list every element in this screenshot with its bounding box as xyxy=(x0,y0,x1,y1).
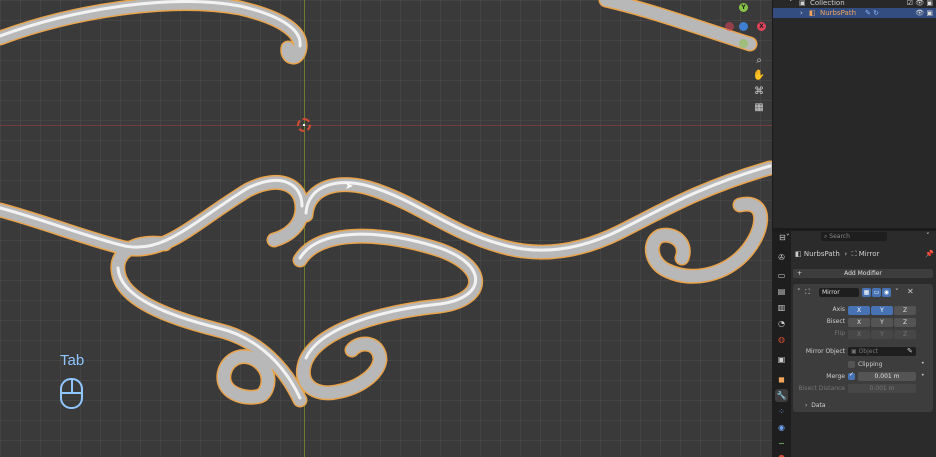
properties-editor[interactable]: ⊟˅ ⌕ Search ˅ ◧ NurbsPath › ⛶ Mirror 📌 +… xyxy=(779,231,936,457)
view-layer-tab-icon[interactable]: ▥ xyxy=(775,301,788,314)
object-icon: ▣ xyxy=(851,348,859,355)
output-tab-icon[interactable]: ▤ xyxy=(775,285,788,298)
collection-visibility-icons[interactable]: ☑ 👁 ▣ xyxy=(907,0,933,8)
modifier-name-field[interactable]: Mirror xyxy=(819,288,859,297)
breadcrumb: ◧ NurbsPath › ⛶ Mirror xyxy=(795,250,879,259)
flip-z-toggle[interactable]: Z xyxy=(894,330,916,339)
mouse-icon xyxy=(60,378,83,409)
mirror-modifier-icon: ⛶ xyxy=(805,288,810,296)
data-subpanel-label: Data xyxy=(811,402,826,409)
grid-toggle-icon[interactable]: ▦ xyxy=(751,100,767,116)
axis-z-toggle[interactable]: Z xyxy=(894,306,916,315)
modifier-dropdown-icon[interactable]: ˅ xyxy=(895,288,899,296)
add-modifier-label: Add Modifier xyxy=(844,270,882,277)
physics-tab-icon[interactable]: ◉ xyxy=(775,421,788,434)
gizmo-neg-y-axis[interactable] xyxy=(739,39,748,48)
particles-tab-icon[interactable]: ⁘ xyxy=(775,405,788,418)
render-tab-icon[interactable]: ▭ xyxy=(775,269,788,282)
render-toggle-icon[interactable]: ◉ xyxy=(882,288,891,297)
add-modifier-button[interactable]: + Add Modifier xyxy=(793,269,933,278)
object-label: NurbsPath xyxy=(820,9,857,17)
3d-viewport[interactable]: ➤ Y X ⌕ ✋ ⌘ ▦ Tab xyxy=(0,0,772,457)
chevron-right-icon[interactable]: › xyxy=(800,8,803,18)
axis-label: Axis xyxy=(832,306,845,313)
scene-tab-icon[interactable]: ◔ xyxy=(775,317,788,330)
object-visibility-icons[interactable]: 👁 ▣ xyxy=(915,8,933,18)
properties-tab-strip[interactable]: ✇ ▭ ▤ ▥ ◔ ◍ ▣ ◼ 🔧 ⁘ ◉ ∽ ● xyxy=(772,231,791,457)
key-overlay-tab: Tab xyxy=(60,352,85,369)
modifier-icon: ⛶ xyxy=(851,250,859,258)
keyframe-dot-icon[interactable]: • xyxy=(921,372,925,379)
outliner-panel[interactable]: ˅ ▣ Collection ☑ 👁 ▣ › ◧ NurbsPath ✎ ↻ 👁… xyxy=(772,0,936,228)
breadcrumb-modifier: Mirror xyxy=(858,250,880,258)
pin-icon[interactable]: 📌 xyxy=(925,250,934,258)
mirror-object-field[interactable]: ▣ Object xyxy=(848,347,916,356)
tool-tab-icon[interactable]: ✇ xyxy=(775,251,788,264)
clipping-label: Clipping xyxy=(858,361,883,368)
world-tab-icon[interactable]: ◍ xyxy=(775,333,788,346)
flip-y-toggle[interactable]: Y xyxy=(871,330,893,339)
editor-type-icon[interactable]: ⊟˅ xyxy=(779,233,790,242)
edit-mode-toggle-icon[interactable]: ▦ xyxy=(862,288,871,297)
object-tab-icon[interactable]: ◼ xyxy=(775,373,788,386)
nurbs-curve-geometry[interactable] xyxy=(0,0,772,457)
bisect-distance-field[interactable]: 0.001 m xyxy=(848,384,916,393)
close-icon[interactable]: ✕ xyxy=(907,287,914,296)
mouse-pointer-icon: ➤ xyxy=(345,181,354,192)
flip-label: Flip xyxy=(834,330,845,337)
chevron-right-icon: › xyxy=(842,250,850,258)
modifier-tab-icon[interactable]: 🔧 xyxy=(775,389,788,402)
clipping-checkbox[interactable] xyxy=(848,361,855,368)
navigation-gizmo[interactable]: Y X xyxy=(722,0,770,52)
bisect-label: Bisect xyxy=(826,318,845,325)
collapse-chevron-icon[interactable]: ˅ xyxy=(797,288,801,296)
mirror-object-label: Mirror Object xyxy=(805,348,845,355)
bisect-y-toggle[interactable]: Y xyxy=(871,318,893,327)
chevron-down-icon[interactable]: ˅ xyxy=(926,232,930,240)
merge-checkbox[interactable] xyxy=(848,371,855,380)
outliner-row-collection[interactable]: ˅ ▣ Collection ☑ 👁 ▣ xyxy=(773,0,936,8)
gizmo-y-axis[interactable]: Y xyxy=(739,3,748,12)
merge-label: Merge xyxy=(826,373,845,380)
search-placeholder: Search xyxy=(829,233,850,240)
3d-cursor[interactable] xyxy=(297,118,311,132)
bisect-distance-label: Bisect Distance xyxy=(798,385,845,392)
viewport-toggle-icon[interactable]: ▭ xyxy=(872,288,881,297)
properties-search-input[interactable]: ⌕ Search xyxy=(821,232,887,241)
material-tab-icon[interactable]: ● xyxy=(775,451,788,457)
collection-icon: ▣ xyxy=(799,0,806,7)
pan-hand-icon[interactable]: ✋ xyxy=(751,68,767,84)
zoom-icon[interactable]: ⌕ xyxy=(751,53,767,69)
plus-icon: + xyxy=(797,270,803,277)
eyedropper-icon[interactable]: ✎ xyxy=(907,347,913,355)
flip-x-toggle[interactable]: X xyxy=(848,330,870,339)
axis-x-toggle[interactable]: X xyxy=(848,306,870,315)
bisect-z-toggle[interactable]: Z xyxy=(894,318,916,327)
keyframe-dot-icon[interactable]: • xyxy=(921,360,925,367)
gizmo-neg-x-axis[interactable] xyxy=(725,22,734,31)
collection-tab-icon[interactable]: ▣ xyxy=(775,353,788,366)
camera-view-icon[interactable]: ⌘ xyxy=(751,84,767,100)
bisect-x-toggle[interactable]: X xyxy=(848,318,870,327)
outliner-row-nurbspath[interactable]: › ◧ NurbsPath ✎ ↻ 👁 ▣ xyxy=(773,8,936,18)
modifier-indicator-icon: ✎ ↻ xyxy=(865,9,879,17)
data-tab-icon[interactable]: ∽ xyxy=(775,437,788,450)
curve-object-icon: ◧ xyxy=(809,9,816,17)
breadcrumb-object: NurbsPath xyxy=(803,250,840,258)
chevron-down-icon[interactable]: ˅ xyxy=(789,0,793,8)
data-subpanel-header[interactable]: › Data xyxy=(805,402,826,409)
gizmo-z-axis[interactable] xyxy=(739,22,748,31)
curve-object-icon: ◧ xyxy=(795,250,804,258)
collection-label: Collection xyxy=(810,0,845,7)
gizmo-x-axis[interactable]: X xyxy=(757,22,766,31)
mirror-object-placeholder: Object xyxy=(858,348,879,355)
merge-distance-field[interactable]: 0.001 m xyxy=(858,372,916,381)
axis-y-toggle[interactable]: Y xyxy=(871,306,893,315)
